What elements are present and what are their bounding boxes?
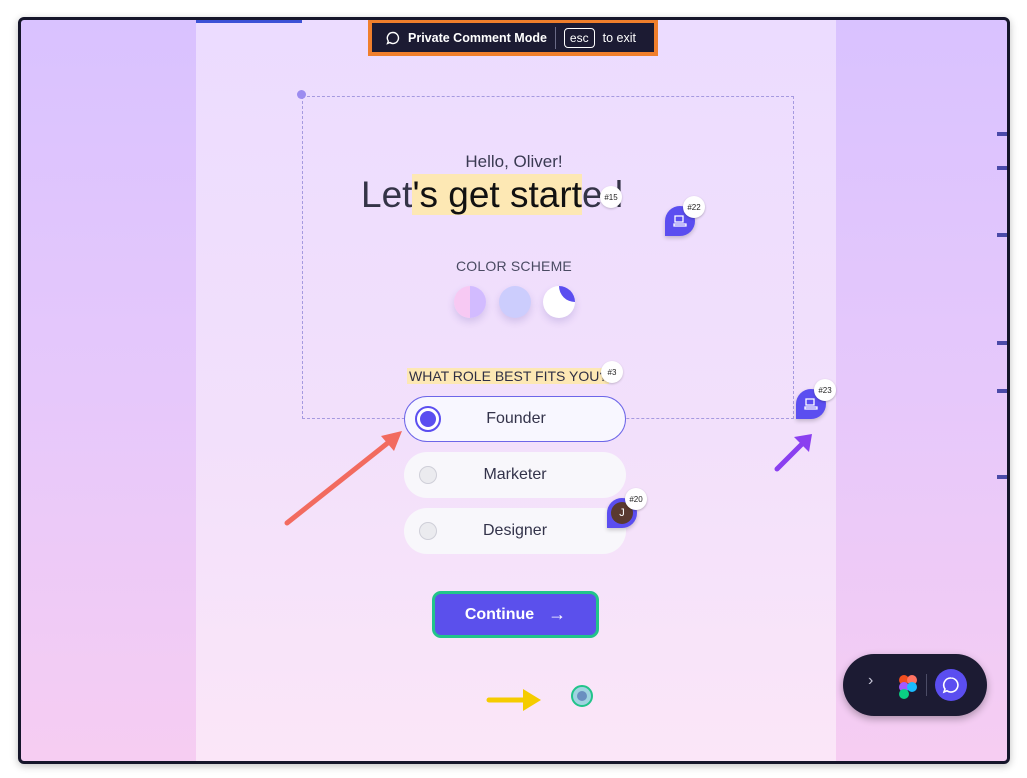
- comment-lines-icon: [673, 215, 687, 227]
- comment-lines-icon: [804, 398, 818, 410]
- role-option-designer[interactable]: Designer: [404, 508, 626, 554]
- role-option-label: Designer: [482, 522, 548, 539]
- headline-highlighted-text: 's get start: [412, 174, 582, 215]
- comment-icon: [386, 31, 400, 45]
- toolbar-divider: [926, 674, 927, 696]
- comment-badge-15[interactable]: #15: [600, 186, 622, 208]
- chevron-right-icon[interactable]: ›: [868, 672, 873, 690]
- headline-start: Let: [361, 174, 413, 215]
- comment-toolbar: ›: [843, 654, 987, 716]
- exit-hint: to exit: [602, 30, 636, 45]
- scroll-marker[interactable]: [997, 166, 1007, 170]
- color-scheme-label: COLOR SCHEME: [456, 258, 572, 274]
- role-question-label: WHAT ROLE BEST FITS YOU?: [407, 368, 610, 384]
- top-accent-stripe: [196, 20, 302, 23]
- scroll-marker[interactable]: [997, 233, 1007, 237]
- comment-pin-number: #22: [683, 196, 705, 218]
- collaborator-avatar[interactable]: [571, 685, 593, 707]
- role-option-founder[interactable]: Founder: [404, 396, 626, 442]
- color-swatch-lavender[interactable]: [499, 286, 531, 318]
- avatar-figure: [577, 691, 587, 701]
- role-option-marketer[interactable]: Marketer: [404, 452, 626, 498]
- continue-label: Continue: [464, 605, 535, 623]
- comment-badge-3[interactable]: #3: [601, 361, 623, 383]
- chat-bubble-icon: [942, 677, 959, 694]
- comment-pin-number: #23: [814, 379, 836, 401]
- comment-pin-20[interactable]: J #20: [607, 488, 647, 528]
- role-option-label: Founder: [486, 410, 546, 427]
- greeting-text: Hello, Oliver!: [465, 152, 563, 171]
- comment-pin-number: #20: [625, 488, 647, 510]
- divider: [554, 26, 556, 49]
- chat-button[interactable]: [935, 669, 967, 701]
- continue-button[interactable]: Continue →: [432, 591, 599, 638]
- role-option-label: Marketer: [483, 466, 547, 483]
- comment-pin-23[interactable]: #23: [796, 379, 836, 419]
- private-comment-mode-bar: Private Comment Mode esc to exit: [368, 20, 658, 56]
- scroll-marker[interactable]: [997, 341, 1007, 345]
- swatch-accent-quarter: [559, 286, 575, 302]
- selection-handle[interactable]: [297, 90, 306, 99]
- comment-pin-22[interactable]: #22: [665, 196, 705, 236]
- comment-mode-title: Private Comment Mode: [408, 30, 547, 45]
- arrow-right-icon: →: [548, 604, 567, 624]
- scroll-marker[interactable]: [997, 132, 1007, 136]
- page-title: Let's get started: [361, 174, 623, 216]
- color-swatch-white-indigo[interactable]: [543, 286, 575, 318]
- scroll-marker[interactable]: [997, 475, 1007, 479]
- browser-window: Private Comment Mode esc to exit Hello, …: [18, 17, 1010, 764]
- scroll-marker[interactable]: [997, 389, 1007, 393]
- figma-logo-icon[interactable]: [894, 672, 922, 700]
- esc-key[interactable]: esc: [563, 27, 595, 48]
- color-swatch-pink-purple[interactable]: [454, 286, 486, 318]
